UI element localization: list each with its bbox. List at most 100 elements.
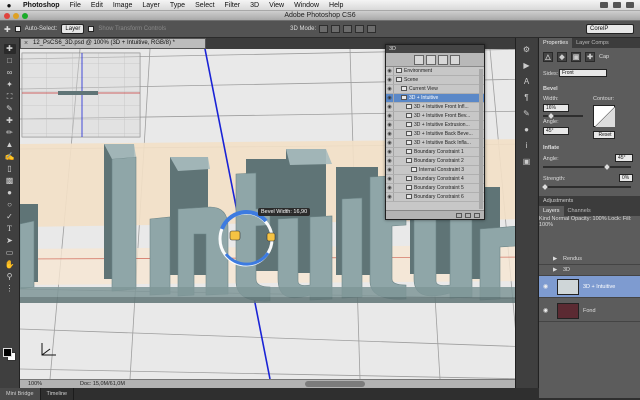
- light-filter-icon[interactable]: [450, 54, 460, 65]
- zoom-icon[interactable]: [22, 13, 28, 19]
- tab-layers[interactable]: Layers: [539, 206, 564, 216]
- crop-tool-icon[interactable]: ⛶: [4, 92, 16, 102]
- reset-button[interactable]: Reset: [593, 131, 615, 139]
- strength-slider[interactable]: [543, 186, 631, 188]
- visibility-eye-icon[interactable]: ◉: [386, 76, 394, 84]
- scene-tree-item[interactable]: ◉ Boundary Constraint 5: [386, 184, 484, 193]
- scene-tree-item[interactable]: ◉ 3D + Intuitive Back Infla...: [386, 139, 484, 148]
- bevel-width-field[interactable]: 16%: [543, 104, 569, 112]
- status-icon-3[interactable]: [626, 2, 634, 8]
- history-icon[interactable]: ⚙: [521, 44, 533, 56]
- brush-tool-icon[interactable]: ✏: [4, 128, 16, 138]
- tab-channels[interactable]: Channels: [564, 206, 595, 216]
- eraser-tool-icon[interactable]: ▯: [4, 164, 16, 174]
- visibility-eye-icon[interactable]: ◉: [386, 148, 394, 156]
- scene-tree-item[interactable]: ◉ 3D + Intuitive Extrusion...: [386, 121, 484, 130]
- tab-layer-comps[interactable]: Layer Comps: [572, 38, 613, 48]
- scale-icon[interactable]: [367, 25, 377, 33]
- layer-row-3d-intuitive[interactable]: ◉ 3D + Intuitive: [539, 276, 640, 298]
- zoom-level[interactable]: 100%: [28, 380, 42, 388]
- scene-tree-item[interactable]: ◉ 3D + Intuitive Front Bev...: [386, 112, 484, 121]
- menu-type[interactable]: Type: [165, 2, 190, 9]
- scene-filter-icon[interactable]: [414, 54, 424, 65]
- auto-select-dropdown[interactable]: Layer: [61, 24, 85, 34]
- visibility-eye-icon[interactable]: ◉: [543, 307, 551, 314]
- scene-tree-item[interactable]: ◉ Boundary Constraint 2: [386, 157, 484, 166]
- close-document-icon[interactable]: ×: [24, 39, 28, 48]
- scene-tree-item[interactable]: ◉ Boundary Constraint 1: [386, 148, 484, 157]
- visibility-eye-icon[interactable]: ◉: [386, 175, 394, 183]
- menu-3d[interactable]: 3D: [245, 2, 264, 9]
- visibility-eye-icon[interactable]: ◉: [386, 121, 394, 129]
- cap-mode-icon[interactable]: ▣: [571, 52, 581, 62]
- visibility-eye-icon[interactable]: ◉: [386, 139, 394, 147]
- horizontal-scrollbar[interactable]: [305, 381, 365, 387]
- scene-tree-item[interactable]: ◉ 3D + Intuitive Back Beve...: [386, 130, 484, 139]
- strength-field[interactable]: 0%: [619, 174, 633, 182]
- scene-tree-item[interactable]: ◉ Boundary Constraint 4: [386, 175, 484, 184]
- healing-tool-icon[interactable]: ✚: [4, 116, 16, 126]
- hand-tool-icon[interactable]: ✋: [4, 260, 16, 270]
- tab-timeline[interactable]: Timeline: [41, 388, 75, 400]
- info-icon[interactable]: i: [521, 140, 533, 152]
- mesh-filter-icon[interactable]: [426, 54, 436, 65]
- gradient-tool-icon[interactable]: ▩: [4, 176, 16, 186]
- deform-mode-icon[interactable]: ◆: [557, 52, 567, 62]
- 3d-panel-scrollbar[interactable]: [479, 69, 483, 209]
- menu-photoshop[interactable]: Photoshop: [18, 2, 65, 9]
- navigator-icon[interactable]: ▣: [521, 156, 533, 168]
- brush-panel-icon[interactable]: ✎: [521, 108, 533, 120]
- minimize-icon[interactable]: [13, 13, 19, 19]
- fill-field[interactable]: 100%: [539, 222, 553, 228]
- type-tool-icon[interactable]: T: [4, 224, 16, 234]
- inflate-angle-field[interactable]: 45°: [615, 154, 633, 162]
- history-brush-tool-icon[interactable]: ✍: [4, 152, 16, 162]
- eyedropper-tool-icon[interactable]: ✎: [4, 104, 16, 114]
- foreground-color-swatch[interactable]: [3, 348, 12, 357]
- more-tools-icon[interactable]: ⋮: [4, 284, 16, 294]
- visibility-eye-icon[interactable]: ◉: [386, 85, 394, 93]
- marquee-tool-icon[interactable]: □: [4, 56, 16, 66]
- visibility-eye-icon[interactable]: ◉: [543, 283, 551, 290]
- visibility-eye-icon[interactable]: ◉: [386, 67, 394, 75]
- status-icon-1[interactable]: [600, 2, 608, 8]
- lasso-tool-icon[interactable]: ∞: [4, 68, 16, 78]
- move-tool-icon[interactable]: ✚: [4, 25, 11, 34]
- clone-source-icon[interactable]: ●: [521, 124, 533, 136]
- scene-tree-item[interactable]: ◉ Current View: [386, 85, 484, 94]
- menu-edit[interactable]: Edit: [86, 2, 108, 9]
- scene-tree-item[interactable]: ◉ Environment: [386, 67, 484, 76]
- delete-item-icon[interactable]: [474, 212, 480, 218]
- paragraph-icon[interactable]: ¶: [521, 92, 533, 104]
- visibility-eye-icon[interactable]: ◉: [386, 184, 394, 192]
- tab-mini-bridge[interactable]: Mini Bridge: [0, 388, 41, 400]
- layer-row-rendus[interactable]: ▶ Rendus: [539, 254, 640, 265]
- workspace-switcher[interactable]: CorelP: [586, 24, 634, 34]
- blur-tool-icon[interactable]: ●: [4, 188, 16, 198]
- add-light-icon[interactable]: [456, 212, 462, 218]
- mesh-mode-icon[interactable]: △: [543, 52, 553, 62]
- menu-image[interactable]: Image: [108, 2, 137, 9]
- pen-tool-icon[interactable]: ✓: [4, 212, 16, 222]
- dodge-tool-icon[interactable]: ○: [4, 200, 16, 210]
- scene-tree-item[interactable]: ◉ 3D + Intuitive: [386, 94, 484, 103]
- visibility-eye-icon[interactable]: ◉: [386, 166, 394, 174]
- visibility-eye-icon[interactable]: ◉: [386, 94, 394, 102]
- tab-properties[interactable]: Properties: [539, 38, 573, 48]
- pan-icon[interactable]: [343, 25, 353, 33]
- layer-row-fond[interactable]: ◉ Fond: [539, 300, 640, 322]
- blend-mode-dropdown[interactable]: Normal: [552, 216, 570, 222]
- zoom-tool-icon[interactable]: ⚲: [4, 272, 16, 282]
- auto-select-checkbox[interactable]: [14, 26, 21, 32]
- move-tool-icon[interactable]: ✚: [3, 44, 16, 54]
- show-transform-checkbox[interactable]: [88, 26, 95, 32]
- scene-tree-item[interactable]: ◉ 3D + Intuitive Front Infl...: [386, 103, 484, 112]
- close-icon[interactable]: [4, 13, 10, 19]
- menu-view[interactable]: View: [264, 2, 289, 9]
- slide-icon[interactable]: [355, 25, 365, 33]
- visibility-eye-icon[interactable]: ◉: [386, 112, 394, 120]
- stamp-tool-icon[interactable]: ▲: [4, 140, 16, 150]
- layer-row-3d[interactable]: ▶ 3D: [539, 265, 640, 276]
- menu-select[interactable]: Select: [190, 2, 219, 9]
- coordinates-mode-icon[interactable]: ✚: [585, 52, 595, 62]
